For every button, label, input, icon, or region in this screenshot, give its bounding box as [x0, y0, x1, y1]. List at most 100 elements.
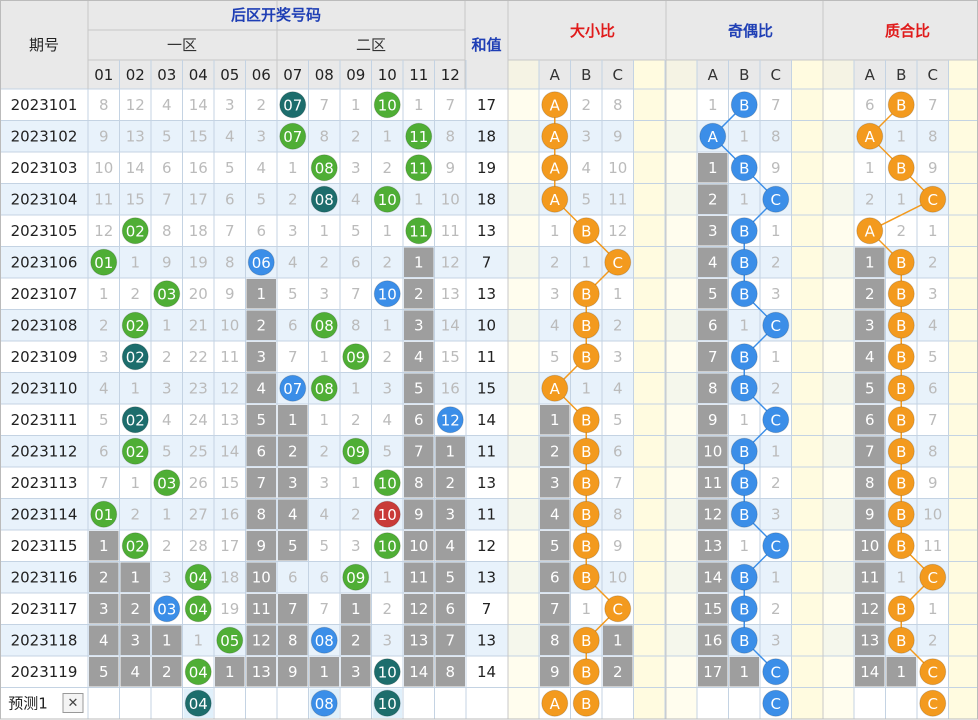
jiou-omission-value: 4	[708, 253, 718, 271]
daxiao-omission-value: 6	[550, 568, 560, 586]
sum-value: 14	[477, 411, 496, 429]
omission-count-value: 2	[162, 663, 172, 681]
zhihe-omission-value: 5	[865, 379, 875, 397]
daxiao-hit-label: A	[550, 380, 561, 398]
daxiao-omission-value: 4	[550, 316, 560, 334]
omission-count-value: 5	[162, 127, 172, 145]
omission-count-value: 10	[252, 568, 271, 586]
period-cell: 2023115	[11, 537, 78, 555]
jiou-hit-label: B	[739, 222, 749, 240]
zhihe-omission-value: 8	[865, 474, 875, 492]
omission-count-value: 4	[288, 505, 298, 523]
omission-count-value: 3	[319, 285, 329, 303]
omission-count-value: 2	[382, 600, 392, 618]
daxiao-hit-label: B	[581, 569, 591, 587]
omission-count-value: 5	[99, 411, 109, 429]
zhihe-hit-label: B	[896, 285, 906, 303]
daxiao-hit-label: B	[581, 222, 591, 240]
omission-count-value: 22	[189, 348, 208, 366]
zhihe-omission-value: 4	[865, 348, 875, 366]
daxiao-omission-value: 10	[608, 568, 627, 586]
group-margin-left	[666, 60, 697, 719]
omission-count-value: 1	[99, 285, 109, 303]
jiou-hit-label: C	[771, 317, 781, 335]
zhihe-omission-value: 11	[923, 537, 942, 555]
jiou-omission-value: 8	[708, 379, 718, 397]
daxiao-omission-value: 2	[550, 253, 560, 271]
omission-count-value: 6	[256, 442, 266, 460]
zhihe-omission-value: 5	[928, 348, 938, 366]
zhihe-omission-value: 2	[865, 285, 875, 303]
sum-value: 19	[477, 159, 496, 177]
predict-number-label: 08	[315, 695, 334, 713]
omission-count-value: 5	[288, 537, 298, 555]
daxiao-omission-value: 2	[581, 96, 591, 114]
jiou-col-b: B	[739, 66, 749, 84]
number-col-04: 04	[189, 66, 208, 84]
jiou-col-a: A	[708, 66, 719, 84]
jiou-hit-label: B	[739, 474, 749, 492]
omission-count-value: 2	[351, 631, 361, 649]
period-cell: 2023114	[11, 505, 78, 523]
draw-number-label: 07	[283, 128, 302, 146]
daxiao-hit-label: B	[581, 285, 591, 303]
omission-count-value: 7	[319, 600, 329, 618]
jiou-omission-value: 15	[703, 600, 722, 618]
zhihe-omission-value: 10	[923, 505, 942, 523]
daxiao-omission-value: 8	[550, 631, 560, 649]
daxiao-omission-value: 2	[613, 316, 623, 334]
omission-count-value: 10	[409, 537, 428, 555]
omission-count-value: 6	[319, 568, 329, 586]
omission-count-value: 11	[220, 348, 239, 366]
zhihe-col-a: A	[865, 66, 876, 84]
jiou-omission-value: 16	[703, 631, 722, 649]
omission-count-value: 7	[256, 474, 266, 492]
close-icon[interactable]: ✕	[68, 696, 79, 711]
draw-number-label: 10	[378, 506, 397, 524]
omission-count-value: 12	[252, 631, 271, 649]
jiou-omission-value: 2	[771, 253, 781, 271]
sum-value: 7	[482, 600, 492, 618]
jiou-omission-value: 3	[771, 631, 781, 649]
draw-number-label: 01	[94, 506, 113, 524]
omission-count-value: 2	[351, 505, 361, 523]
omission-count-value: 21	[189, 316, 208, 334]
omission-count-value: 19	[220, 600, 239, 618]
draw-number-label: 08	[315, 159, 334, 177]
daxiao-hit-label: B	[581, 537, 591, 555]
omission-count-value: 1	[193, 631, 203, 649]
omission-count-value: 6	[288, 568, 298, 586]
sum-value: 11	[477, 348, 496, 366]
daxiao-omission-value: 1	[581, 600, 591, 618]
omission-count-value: 16	[189, 159, 208, 177]
omission-count-value: 2	[382, 348, 392, 366]
zhihe-omission-value: 1	[896, 568, 906, 586]
jiou-omission-value: 2	[708, 190, 718, 208]
omission-count-value: 9	[162, 253, 172, 271]
omission-count-value: 6	[414, 411, 424, 429]
draw-number-label: 12	[441, 411, 460, 429]
zhihe-omission-value: 1	[896, 127, 906, 145]
omission-count-value: 2	[162, 537, 172, 555]
omission-count-value: 4	[256, 379, 266, 397]
zhihe-hit-label: B	[896, 380, 906, 398]
omission-count-value: 5	[162, 442, 172, 460]
omission-count-value: 1	[99, 537, 109, 555]
omission-count-value: 1	[225, 663, 235, 681]
zhihe-omission-value: 1	[896, 190, 906, 208]
omission-count-value: 5	[351, 222, 361, 240]
draw-number-label: 09	[346, 569, 365, 587]
trend-chart-canvas: 期号 后区开奖号码一区 二区 和值 大小比 A B C 奇偶比 A B C 质合比 A B C 01 02 03 04…	[0, 0, 978, 720]
zhihe-omission-value: 1	[865, 253, 875, 271]
omission-count-value: 8	[414, 474, 424, 492]
omission-count-value: 8	[288, 631, 298, 649]
jiou-hit-label: B	[739, 506, 749, 524]
sum-value: 11	[477, 505, 496, 523]
zhihe-omission-value: 6	[865, 96, 875, 114]
omission-count-value: 2	[99, 568, 109, 586]
jiou-omission-value: 1	[739, 127, 749, 145]
jiou-hit-label: C	[771, 663, 781, 681]
omission-count-value: 1	[130, 474, 140, 492]
omission-count-value: 6	[445, 600, 455, 618]
daxiao-hit-label: C	[613, 254, 623, 272]
